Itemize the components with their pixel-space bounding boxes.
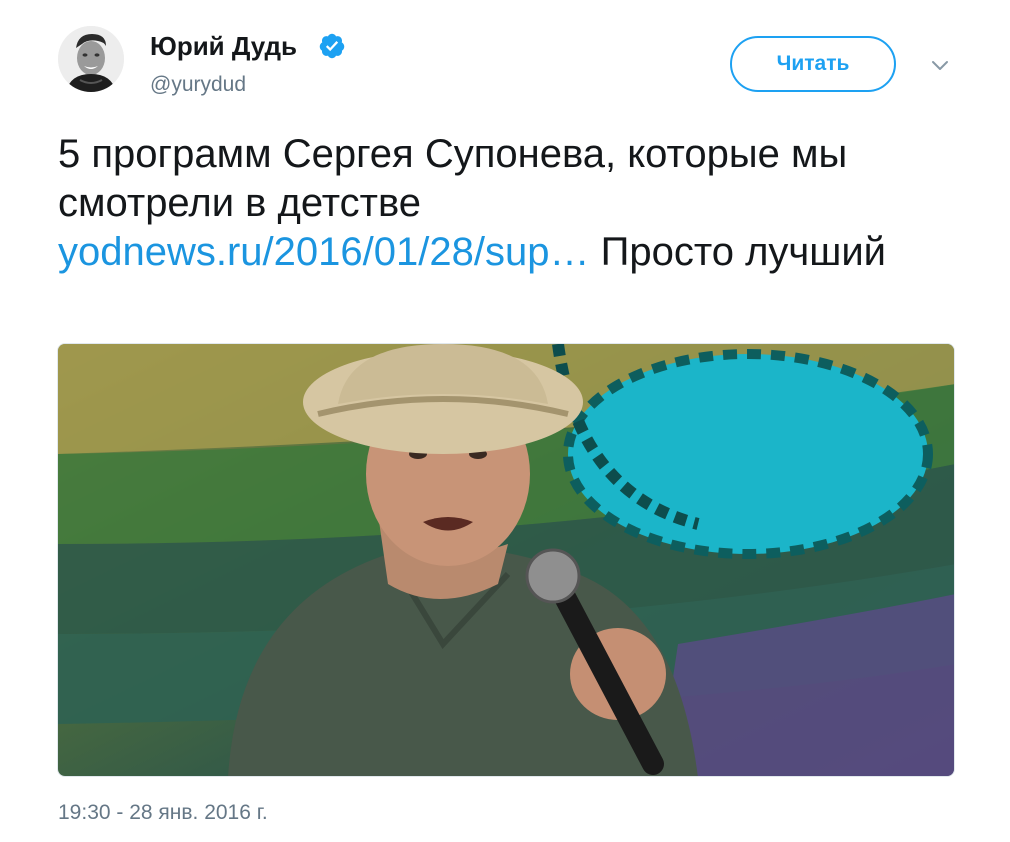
tweet-link[interactable]: yodnews.ru/2016/01/28/sup… — [58, 230, 589, 274]
tweet-timestamp[interactable]: 19:30 - 28 янв. 2016 г. — [58, 800, 268, 826]
tweet-text: 5 программ Сергея Супонева, которые мы с… — [58, 130, 958, 277]
tweet-text-main: 5 программ Сергея Супонева, которые мы с… — [58, 132, 848, 225]
tweet-text-tail: Просто лучший — [600, 230, 887, 274]
tweet-media-photo[interactable] — [57, 343, 955, 777]
avatar-photo — [58, 26, 124, 92]
author-name[interactable]: Юрий Дудь — [150, 30, 297, 62]
chevron-down-icon[interactable] — [926, 56, 954, 76]
verified-badge-icon — [319, 33, 345, 59]
follow-button[interactable]: Читать — [730, 36, 896, 92]
tweet-card: Юрий Дудь @yurydud Читать 5 программ Сер… — [0, 0, 1010, 842]
author-avatar[interactable] — [58, 26, 124, 92]
author-handle[interactable]: @yurydud — [150, 72, 246, 98]
media-image — [58, 344, 954, 776]
